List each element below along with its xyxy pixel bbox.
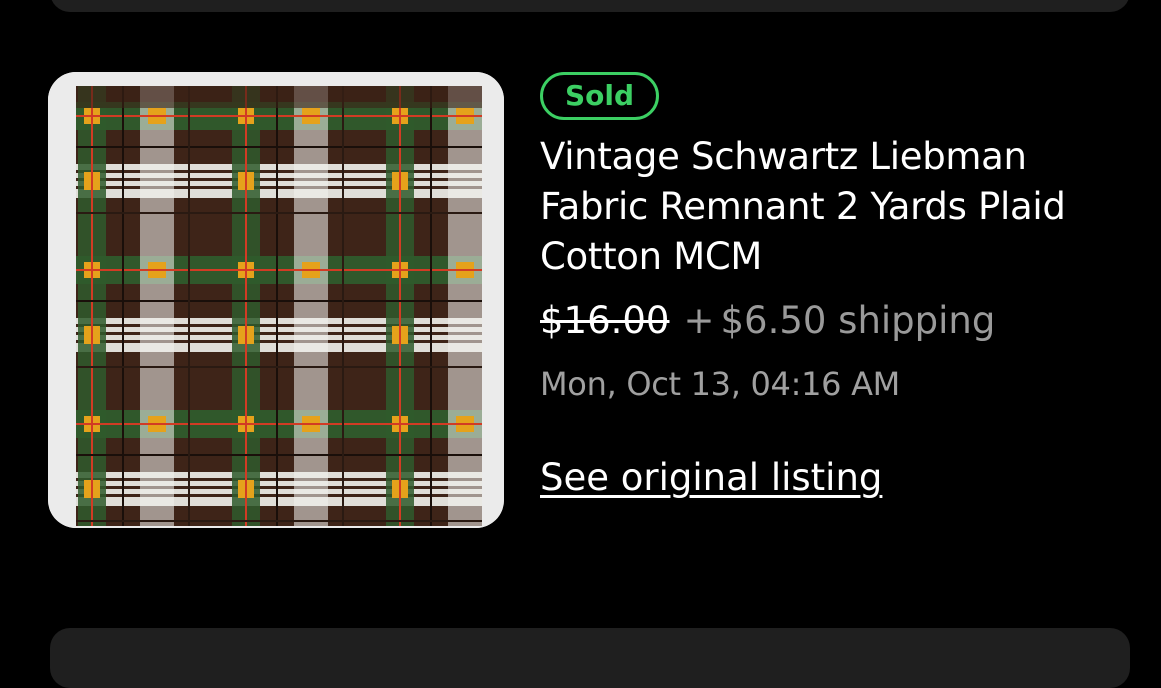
listing-details: Sold Vintage Schwartz Liebman Fabric Rem…	[540, 72, 1130, 502]
see-original-listing-link[interactable]: See original listing	[540, 454, 882, 502]
plaid-fabric-image	[48, 72, 504, 528]
previous-listing-card[interactable]	[50, 0, 1130, 12]
item-thumbnail[interactable]	[48, 72, 504, 528]
price-row: $16.00 + $6.50 shipping	[540, 296, 1130, 346]
plus-sign: +	[683, 299, 715, 342]
sold-date: Mon, Oct 13, 04:16 AM	[540, 365, 900, 403]
listing-title: Vintage Schwartz Liebman Fabric Remnant …	[540, 135, 1066, 278]
sold-listing-item[interactable]: Sold Vintage Schwartz Liebman Fabric Rem…	[48, 72, 1138, 528]
item-price: $16.00	[540, 299, 670, 342]
sold-status-badge: Sold	[540, 72, 660, 120]
next-listing-card[interactable]	[50, 628, 1130, 688]
shipping-cost: $6.50 shipping	[720, 299, 996, 342]
